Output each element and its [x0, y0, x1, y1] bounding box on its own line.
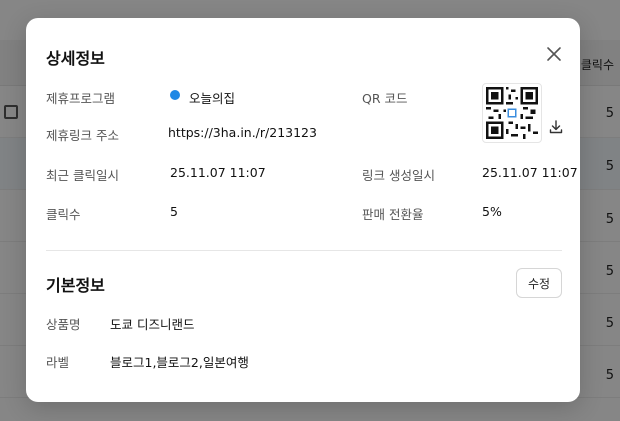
qr-code-image: [482, 83, 542, 143]
clicks-value: 5: [170, 204, 178, 219]
download-icon: [549, 120, 563, 134]
conversion-value: 5%: [482, 204, 502, 219]
conversion-label: 판매 전환율: [362, 207, 424, 222]
qr-icon: [486, 87, 538, 139]
basic-info-title: 기본정보: [46, 276, 105, 295]
program-value: 오늘의집: [189, 91, 236, 106]
created-label: 링크 생성일시: [362, 168, 435, 183]
product-label: 상품명: [46, 317, 81, 332]
edit-button[interactable]: 수정: [516, 268, 562, 298]
qr-label: QR 코드: [362, 91, 408, 106]
recent-click-label: 최근 클릭일시: [46, 168, 119, 183]
product-value: 도쿄 디즈니랜드: [110, 317, 195, 332]
created-value: 25.11.07 11:07: [482, 165, 578, 180]
tag-value: 블로그1,블로그2,일본여행: [110, 355, 249, 370]
program-dot-icon: [170, 90, 180, 100]
close-button[interactable]: [544, 44, 564, 64]
clicks-label: 클릭수: [46, 207, 81, 222]
link-label: 제휴링크 주소: [46, 128, 119, 143]
program-label: 제휴프로그램: [46, 91, 116, 106]
recent-click-value: 25.11.07 11:07: [170, 165, 266, 180]
section-divider: [46, 250, 562, 251]
tag-label: 라벨: [46, 355, 70, 370]
modal-title: 상세정보: [46, 49, 105, 68]
link-value[interactable]: https://3ha.in./r/213123: [168, 125, 317, 140]
close-icon: [547, 47, 561, 61]
detail-modal: 상세정보 제휴프로그램 오늘의집 QR 코드 제휴링크 주소 https://3…: [26, 18, 580, 402]
download-qr-button[interactable]: [548, 119, 564, 135]
